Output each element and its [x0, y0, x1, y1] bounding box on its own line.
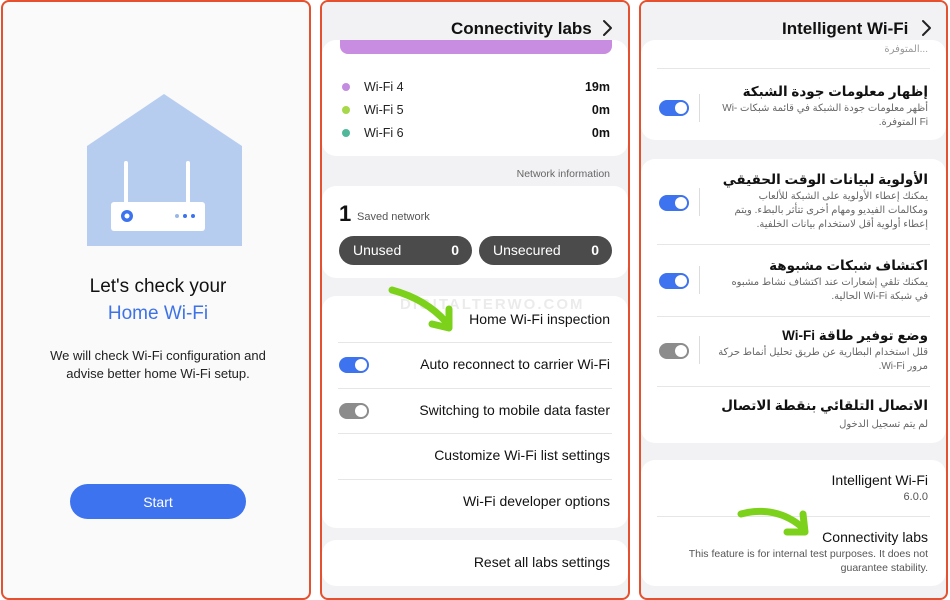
- auto-reconnect-item[interactable]: Auto reconnect to carrier Wi-Fi: [322, 343, 628, 387]
- separator: [699, 188, 700, 216]
- labs-title: Connectivity labs: [822, 529, 928, 545]
- legend-dot: [342, 83, 350, 91]
- separator: [699, 94, 700, 122]
- usage-bar: [340, 40, 612, 54]
- show-network-quality-item[interactable]: إظهار معلومات جودة الشبكة أظهر معلومات ج…: [641, 72, 946, 140]
- network-quality-toggle[interactable]: [659, 100, 689, 116]
- router-house-illustration: [87, 94, 242, 246]
- wifi-usage-row: Wi-Fi 6 0m: [322, 124, 628, 144]
- suspicious-network-toggle[interactable]: [659, 273, 689, 289]
- developer-options-item[interactable]: Wi-Fi developer options: [322, 480, 628, 524]
- realtime-priority-toggle[interactable]: [659, 195, 689, 211]
- power-saving-toggle[interactable]: [659, 343, 689, 359]
- cut-off-text: ...المتوفرة: [884, 44, 928, 55]
- switch-mobile-data-toggle[interactable]: [339, 403, 369, 419]
- auto-hotspot-item[interactable]: الاتصال التلقائي بنقطة الاتصال لم يتم تس…: [641, 388, 946, 440]
- network-info-label: Network information: [516, 168, 610, 180]
- auto-reconnect-toggle[interactable]: [339, 357, 369, 373]
- suspicious-network-item[interactable]: اكتشاف شبكات مشبوهة يمكنك تلقي إشعارات ع…: [641, 246, 946, 314]
- chevron-right-icon[interactable]: [597, 18, 617, 38]
- saved-network-count: 1: [339, 201, 352, 226]
- separator: [699, 336, 700, 364]
- intelligent-wifi-screen: Intelligent Wi-Fi ...المتوفرة إظهار معلو…: [639, 0, 948, 600]
- header-title: Connectivity labs: [451, 19, 592, 38]
- divider: [657, 244, 930, 245]
- reset-all-labs-item[interactable]: Reset all labs settings: [322, 541, 628, 585]
- page-subtitle: Home Wi-Fi: [107, 303, 209, 324]
- power-saving-item[interactable]: وضع توفير طاقة Wi-Fi قلل استخدام البطاري…: [641, 318, 946, 386]
- home-wifi-check-screen: Let's check your Home Wi-Fi We will chec…: [1, 0, 311, 600]
- unsecured-networks-button[interactable]: Unsecured 0: [479, 236, 612, 265]
- start-button[interactable]: Start: [70, 484, 246, 519]
- annotation-arrow-icon: [737, 507, 809, 536]
- separator: [699, 266, 700, 294]
- header-title: Intelligent Wi-Fi: [782, 19, 909, 38]
- switch-mobile-data-item[interactable]: Switching to mobile data faster: [322, 389, 628, 433]
- customize-list-item[interactable]: Customize Wi-Fi list settings: [322, 434, 628, 478]
- divider: [657, 316, 930, 317]
- saved-network-label: Saved network: [357, 211, 430, 223]
- divider: [657, 68, 930, 69]
- wifi-usage-row: Wi-Fi 5 0m: [322, 101, 628, 121]
- divider: [657, 386, 930, 387]
- connectivity-labs-screen: Connectivity labs Wi-Fi 4 19m Wi-Fi 5 0m…: [320, 0, 630, 600]
- page-description: We will check Wi-Fi configuration and ad…: [50, 348, 266, 381]
- annotation-arrow-icon: [388, 286, 453, 332]
- labs-description: This feature is for internal test purpos…: [688, 548, 928, 574]
- app-version: 6.0.0: [903, 491, 928, 503]
- unused-networks-button[interactable]: Unused 0: [339, 236, 472, 265]
- app-name: Intelligent Wi-Fi: [831, 472, 928, 488]
- legend-dot: [342, 129, 350, 137]
- chevron-right-icon[interactable]: [916, 18, 936, 38]
- realtime-priority-item[interactable]: الأولوية لبيانات الوقت الحقيقي يمكنك إعط…: [641, 160, 946, 242]
- page-title: Let's check your: [89, 276, 227, 297]
- wifi-usage-row: Wi-Fi 4 19m: [322, 78, 628, 98]
- legend-dot: [342, 106, 350, 114]
